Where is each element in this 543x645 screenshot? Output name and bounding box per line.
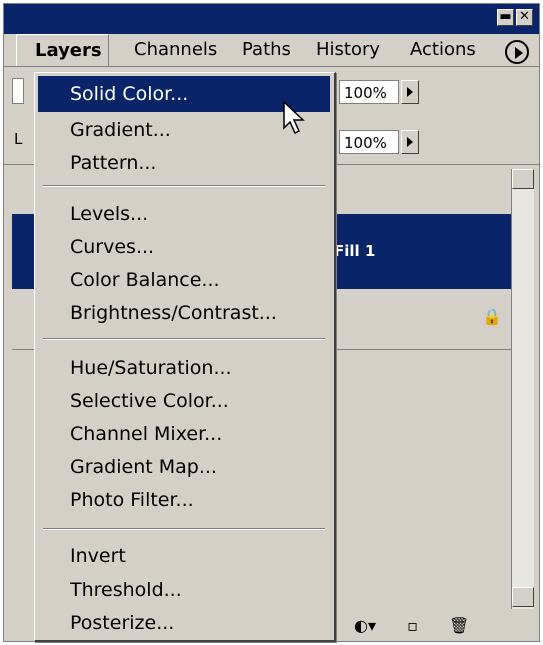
fill-slider-button[interactable]	[401, 130, 419, 154]
scroll-up-button[interactable]	[512, 169, 534, 189]
blend-mode-select[interactable]	[12, 78, 24, 104]
palette-titlebar: ▬ ✕	[4, 4, 539, 34]
adjustment-layer-menu: Solid Color... Gradient... Pattern... Le…	[34, 72, 336, 642]
menu-item-brightness-contrast[interactable]: Brightness/Contrast...	[38, 295, 330, 331]
menu-item-gradient-map[interactable]: Gradient Map...	[38, 449, 330, 485]
menu-item-pattern[interactable]: Pattern...	[38, 145, 330, 181]
menu-item-selective-color[interactable]: Selective Color...	[38, 383, 330, 419]
fill-field[interactable]: 100%	[339, 130, 399, 154]
layer-name: Fill 1	[334, 242, 376, 260]
menu-item-photo-filter[interactable]: Photo Filter...	[38, 482, 330, 518]
menu-item-color-balance[interactable]: Color Balance...	[38, 262, 330, 298]
cursor-icon	[283, 100, 305, 135]
palette-menu-icon[interactable]	[505, 40, 529, 64]
menu-item-curves[interactable]: Curves...	[38, 229, 330, 265]
layers-scrollbar[interactable]	[511, 169, 534, 609]
menu-separator	[43, 185, 325, 187]
menu-item-threshold[interactable]: Threshold...	[38, 572, 330, 608]
palette-footer: ◐▾ ▫ 🗑	[354, 616, 469, 635]
opacity-slider-button[interactable]	[401, 80, 419, 104]
tab-layers[interactable]: Layers	[16, 34, 109, 67]
adjustment-layer-icon[interactable]: ◐▾	[354, 616, 376, 635]
menu-item-levels[interactable]: Levels...	[38, 196, 330, 232]
tab-channels[interactable]: Channels	[116, 34, 223, 66]
menu-item-invert[interactable]: Invert	[38, 538, 330, 574]
opacity-field[interactable]: 100%	[339, 80, 399, 104]
menu-separator	[43, 338, 325, 340]
scroll-down-button[interactable]	[512, 587, 534, 607]
minimize-icon[interactable]: ▬	[497, 9, 514, 26]
menu-item-posterize[interactable]: Posterize...	[38, 605, 330, 641]
lock-label: L	[14, 130, 23, 148]
tab-history[interactable]: History	[298, 34, 386, 66]
tab-underline	[4, 66, 539, 67]
menu-separator	[43, 528, 325, 530]
menu-item-hue-saturation[interactable]: Hue/Saturation...	[38, 350, 330, 386]
lock-icon: 🔒	[482, 307, 502, 326]
new-layer-icon[interactable]: ▫	[407, 616, 418, 635]
tab-actions[interactable]: Actions	[392, 34, 482, 66]
close-icon[interactable]: ✕	[516, 9, 533, 26]
menu-item-channel-mixer[interactable]: Channel Mixer...	[38, 416, 330, 452]
trash-icon[interactable]: 🗑	[449, 616, 469, 635]
tab-paths[interactable]: Paths	[224, 34, 297, 66]
